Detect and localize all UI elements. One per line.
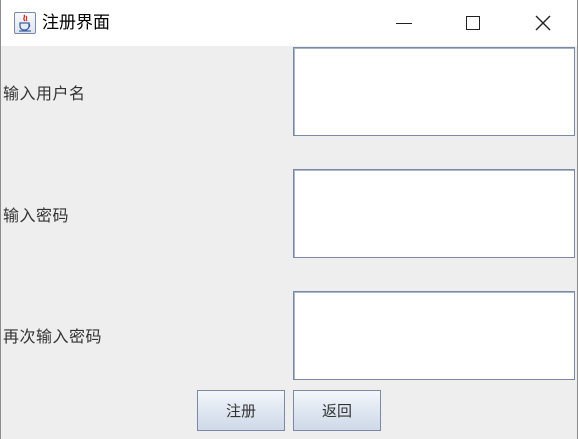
username-field[interactable] (293, 47, 575, 136)
password-label: 输入密码 (3, 206, 70, 225)
register-window: 注册界面 输入用户名 输入密码 再次输入密码 注册 返回 (0, 0, 578, 439)
password-field[interactable] (293, 169, 575, 258)
username-label: 输入用户名 (3, 84, 86, 103)
confirm-password-label: 再次输入密码 (3, 327, 103, 346)
maximize-icon (465, 16, 480, 30)
minimize-button[interactable] (369, 0, 438, 46)
close-button[interactable] (508, 0, 577, 46)
close-icon (535, 15, 550, 31)
maximize-button[interactable] (438, 0, 507, 46)
window-title: 注册界面 (42, 13, 110, 33)
title-bar: 注册界面 (1, 0, 577, 46)
form-panel: 输入用户名 输入密码 再次输入密码 注册 返回 (1, 46, 577, 439)
confirm-password-field[interactable] (293, 291, 575, 380)
java-app-icon (14, 12, 36, 34)
minimize-icon (395, 22, 412, 24)
register-button[interactable]: 注册 (197, 390, 285, 431)
back-button[interactable]: 返回 (293, 390, 381, 431)
